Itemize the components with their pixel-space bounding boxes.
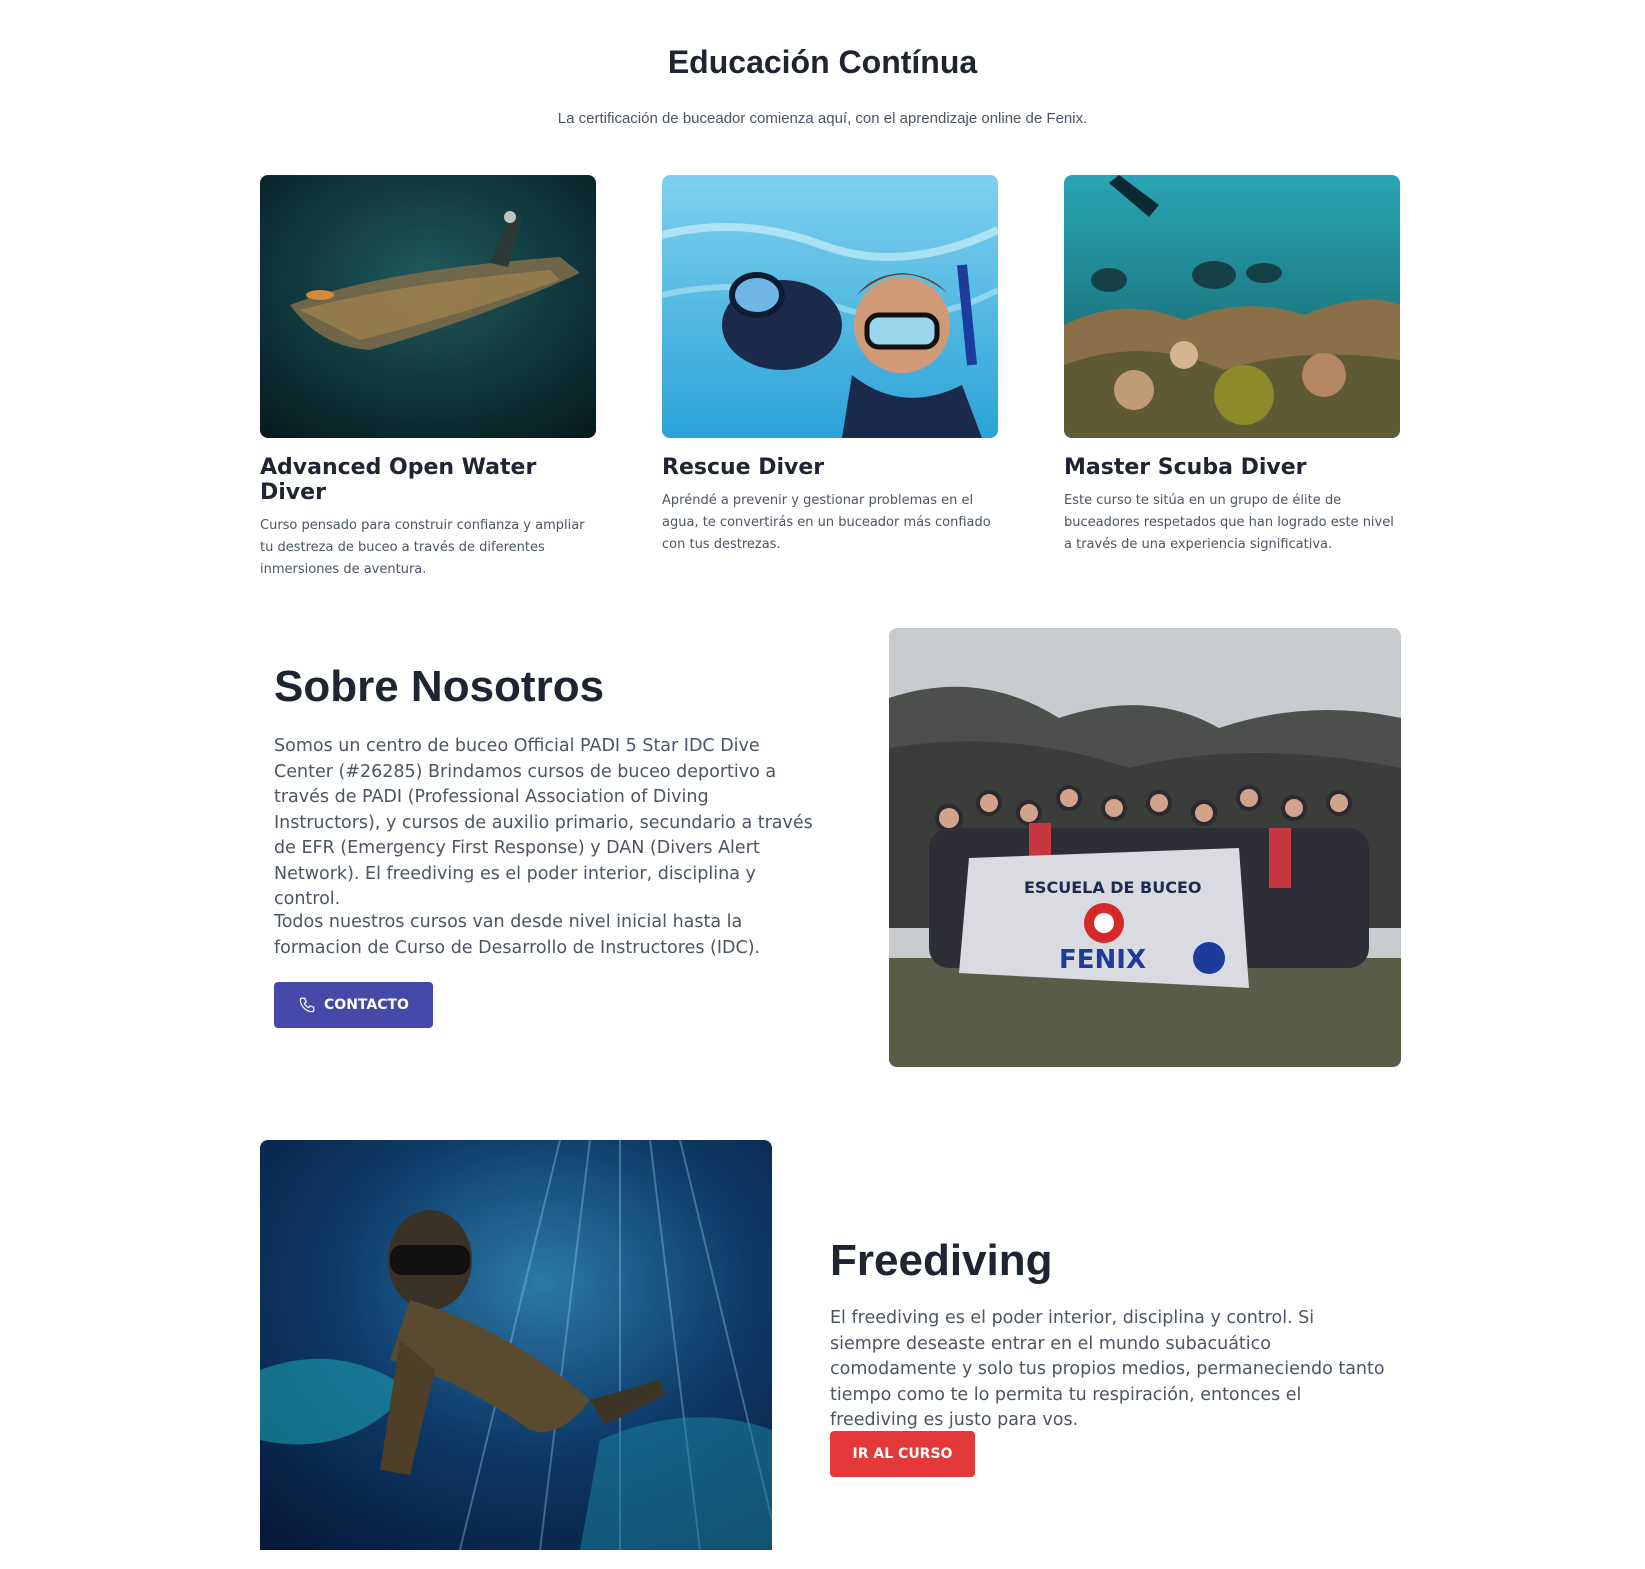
freediving-paragraph: El freediving es el poder interior, disc… bbox=[830, 1308, 1385, 1430]
freediver-photo bbox=[260, 1140, 772, 1550]
phone-icon bbox=[298, 996, 316, 1014]
course-card-title: Rescue Diver bbox=[662, 455, 825, 480]
course-card-title: Master Scuba Diver bbox=[1064, 455, 1307, 480]
course-card-description: Curso pensado para construir confianza y… bbox=[260, 518, 585, 577]
rescue-divers-photo bbox=[662, 175, 998, 438]
education-subtitle: La certificación de buceador comienza aq… bbox=[557, 110, 1088, 127]
course-card-advanced[interactable]: Advanced Open Water Diver Curso pensado … bbox=[260, 175, 596, 581]
reef-divers-photo bbox=[1064, 175, 1400, 438]
go-to-course-label: IR AL CURSO bbox=[852, 1446, 953, 1462]
course-card-description: Apréndé a prevenir y gestionar problemas… bbox=[662, 493, 991, 552]
course-card-rescue[interactable]: Rescue Diver Apréndé a prevenir y gestio… bbox=[662, 175, 998, 556]
course-card-title: Advanced Open Water Diver bbox=[260, 455, 537, 505]
contact-button-label: CONTACTO bbox=[324, 997, 409, 1013]
contact-button[interactable]: CONTACTO bbox=[274, 982, 433, 1028]
banner-text-top: ESCUELA DE BUCEO bbox=[1024, 878, 1202, 897]
banner-text-main: FENIX bbox=[1059, 945, 1146, 975]
freediving-title: Freediving bbox=[830, 1236, 1053, 1285]
go-to-course-button[interactable]: IR AL CURSO bbox=[830, 1431, 975, 1477]
about-paragraph-1: Somos un centro de buceo Official PADI 5… bbox=[274, 736, 813, 909]
about-title: Sobre Nosotros bbox=[274, 662, 605, 711]
shipwreck-photo bbox=[260, 175, 596, 438]
team-group-photo: ESCUELA DE BUCEO FENIX bbox=[889, 628, 1401, 1067]
about-paragraph-2: Todos nuestros cursos van desde nivel in… bbox=[274, 912, 761, 958]
education-title: Educación Contínua bbox=[667, 44, 978, 80]
course-card-description: Este curso te sitúa en un grupo de élite… bbox=[1064, 493, 1394, 552]
course-card-master[interactable]: Master Scuba Diver Este curso te sitúa e… bbox=[1064, 175, 1400, 556]
